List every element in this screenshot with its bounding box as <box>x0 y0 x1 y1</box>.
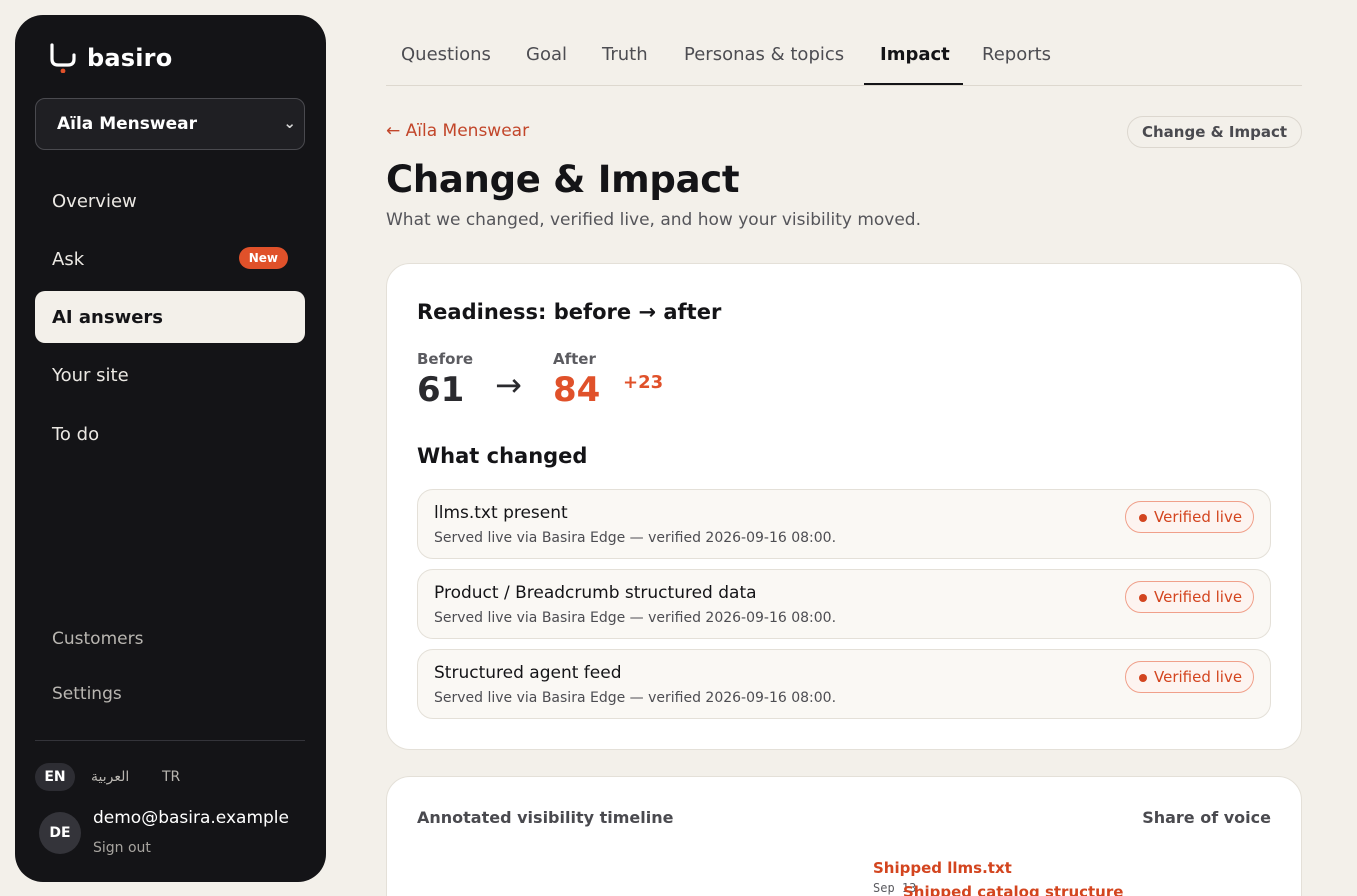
workspace-name: Aïla Menswear <box>57 114 197 134</box>
status-label: Verified live <box>1154 588 1243 606</box>
timeline-annotation: Shipped llms.txt <box>873 859 1012 877</box>
sign-out-link[interactable]: Sign out <box>93 840 151 856</box>
change-row: llms.txt present Served live via Basira … <box>417 489 1271 559</box>
back-link[interactable]: ← Aïla Menswear <box>386 121 529 141</box>
user-email: demo@basira.example <box>93 808 289 828</box>
tab-questions[interactable]: Questions <box>401 44 491 65</box>
nav-item-label: Ask <box>52 248 85 270</box>
change-row: Structured agent feed Served live via Ba… <box>417 649 1271 719</box>
before-label: Before <box>417 350 474 368</box>
timeline-metric: Share of voice <box>1142 808 1271 827</box>
after-label: After <box>553 350 596 368</box>
nav-item-to-do[interactable]: To do <box>35 408 305 460</box>
nav-item-label: Overview <box>52 190 137 212</box>
verified-live-badge: Verified live <box>1125 581 1254 613</box>
after-value: 84 <box>553 370 601 410</box>
page-chip: Change & Impact <box>1127 116 1302 148</box>
verified-live-badge: Verified live <box>1125 501 1254 533</box>
nav-item-ask[interactable]: Ask New <box>35 233 305 285</box>
visibility-timeline-card: Annotated visibility timeline Share of v… <box>386 776 1302 896</box>
sidebar-divider <box>35 740 305 741</box>
top-tabs: Questions Goal Truth Personas & topics I… <box>386 38 1302 86</box>
language-ar[interactable]: العربية <box>91 763 129 791</box>
avatar: DE <box>39 812 81 854</box>
change-title: llms.txt present <box>434 503 568 523</box>
status-dot-icon <box>1139 594 1147 602</box>
change-description: Served live via Basira Edge — verified 2… <box>434 610 837 626</box>
sidebar: basiro Aïla Menswear ⌄ Overview Ask New … <box>15 15 326 882</box>
readiness-title: Readiness: before → after <box>417 300 722 324</box>
change-row: Product / Breadcrumb structured data Ser… <box>417 569 1271 639</box>
before-value: 61 <box>417 370 465 410</box>
change-description: Served live via Basira Edge — verified 2… <box>434 690 837 706</box>
timeline-title: Annotated visibility timeline <box>417 808 674 827</box>
nav-item-ai-answers[interactable]: AI answers <box>35 291 305 343</box>
nav-item-overview[interactable]: Overview <box>35 175 305 227</box>
change-description: Served live via Basira Edge — verified 2… <box>434 530 837 546</box>
tab-truth[interactable]: Truth <box>602 44 648 65</box>
nav-item-label: Your site <box>52 364 129 386</box>
chevron-down-icon: ⌄ <box>283 114 296 132</box>
arrow-right-icon: → <box>495 366 522 404</box>
nav-item-your-site[interactable]: Your site <box>35 349 305 401</box>
logo[interactable]: basiro <box>49 43 172 73</box>
nav-item-settings[interactable]: Settings <box>52 684 122 704</box>
workspace-selector[interactable]: Aïla Menswear ⌄ <box>35 98 305 150</box>
active-tab-indicator <box>864 83 963 85</box>
status-dot-icon <box>1139 514 1147 522</box>
status-dot-icon <box>1139 674 1147 682</box>
page-subtitle: What we changed, verified live, and how … <box>386 210 921 230</box>
tab-reports[interactable]: Reports <box>982 44 1051 65</box>
basiro-logo-icon <box>50 43 76 73</box>
readiness-card: Readiness: before → after Before 61 → Af… <box>386 263 1302 750</box>
brand-name: basiro <box>87 44 173 72</box>
delta-value: +23 <box>623 372 664 393</box>
status-label: Verified live <box>1154 668 1243 686</box>
tab-goal[interactable]: Goal <box>526 44 567 65</box>
language-tr[interactable]: TR <box>162 763 180 791</box>
nav-item-label: To do <box>52 423 100 445</box>
new-badge: New <box>238 247 288 269</box>
nav-item-customers[interactable]: Customers <box>52 629 143 649</box>
change-title: Product / Breadcrumb structured data <box>434 583 757 603</box>
language-en[interactable]: EN <box>35 763 75 791</box>
verified-live-badge: Verified live <box>1125 661 1254 693</box>
nav-item-label: AI answers <box>52 306 163 328</box>
status-label: Verified live <box>1154 508 1243 526</box>
tab-impact[interactable]: Impact <box>880 44 950 65</box>
page-title: Change & Impact <box>386 158 740 201</box>
change-title: Structured agent feed <box>434 663 622 683</box>
what-changed-title: What changed <box>417 444 588 468</box>
timeline-annotation: Shipped catalog structure <box>903 883 1124 896</box>
tab-personas-topics[interactable]: Personas & topics <box>684 44 844 65</box>
